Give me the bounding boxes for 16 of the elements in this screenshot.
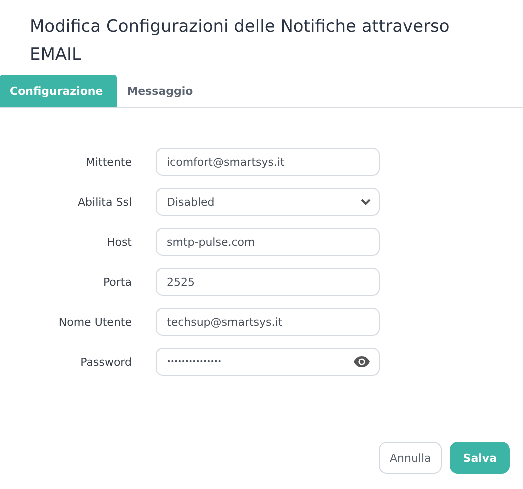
input-field[interactable]: 2525 xyxy=(156,268,380,296)
dialog-title: Modifica Configurazioni delle Notifiche attraverso EMAIL xyxy=(29,16,451,67)
eye-icon[interactable] xyxy=(353,356,371,368)
input-field[interactable]: techsup@smartsys.it xyxy=(156,308,380,336)
field-label: Abilita Ssl xyxy=(77,196,133,208)
cancel-button[interactable]: Annulla xyxy=(378,442,442,474)
field-label: Porta xyxy=(102,276,133,288)
field-label: Password xyxy=(80,356,133,368)
select-field[interactable]: Disabled xyxy=(156,188,380,216)
tab[interactable]: Messaggio xyxy=(117,75,208,107)
input-field[interactable]: icomfort@smartsys.it xyxy=(156,148,380,176)
chevron-down-icon xyxy=(361,198,371,206)
field-label: Nome Utente xyxy=(58,316,133,328)
input-field[interactable]: smtp-pulse.com xyxy=(156,228,380,256)
field-label: Host xyxy=(106,236,133,248)
field-label: Mittente xyxy=(85,156,133,168)
